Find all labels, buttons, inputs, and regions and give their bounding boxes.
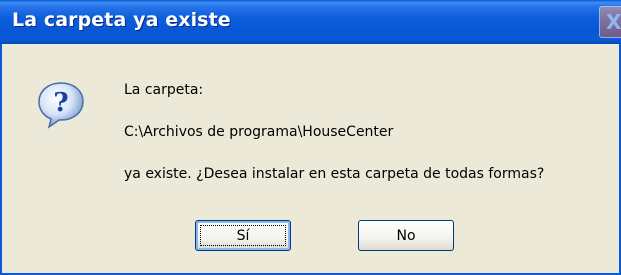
svg-text:?: ? [53, 88, 68, 118]
close-icon: X [606, 10, 621, 34]
focus-rect [200, 225, 286, 246]
close-button[interactable]: X [599, 6, 621, 38]
dialog-title: La carpeta ya existe [12, 9, 231, 31]
no-button[interactable]: No [358, 220, 454, 251]
question-icon: ? [38, 82, 84, 129]
message-line-folder: La carpeta: [124, 82, 204, 98]
yes-button[interactable]: Sí [195, 220, 291, 251]
message-line-question: ya existe. ¿Desea instalar en esta carpe… [124, 166, 545, 182]
no-button-label: No [396, 227, 416, 244]
dialog-window: La carpeta ya existe X ? La carpeta: C:\… [0, 0, 621, 275]
dialog-body: ? La carpeta: C:\Archivos de programa\Ho… [2, 44, 619, 273]
message-line-path: C:\Archivos de programa\HouseCenter [124, 124, 394, 140]
title-bar[interactable]: La carpeta ya existe X [0, 0, 621, 44]
